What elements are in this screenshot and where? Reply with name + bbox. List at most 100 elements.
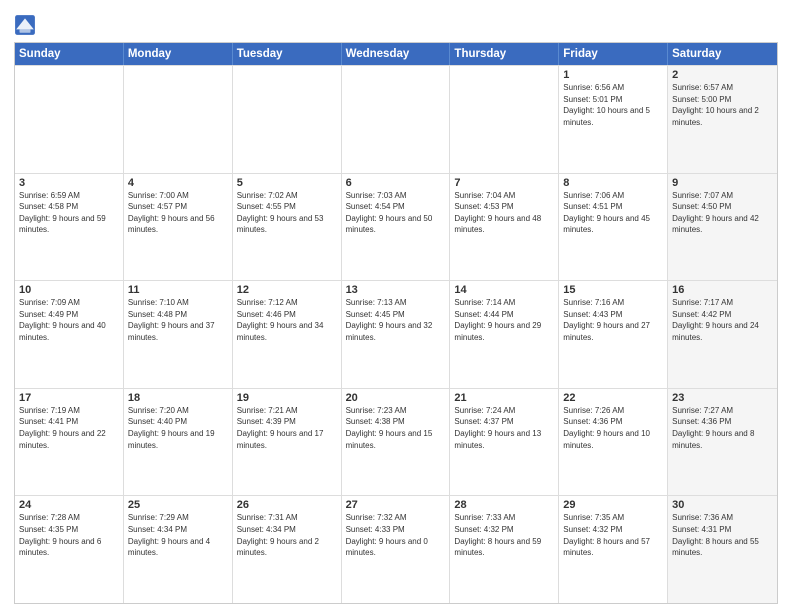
calendar-cell: 15Sunrise: 7:16 AM Sunset: 4:43 PM Dayli… — [559, 281, 668, 388]
day-info: Sunrise: 6:57 AM Sunset: 5:00 PM Dayligh… — [672, 82, 773, 128]
day-info: Sunrise: 7:20 AM Sunset: 4:40 PM Dayligh… — [128, 405, 228, 451]
day-number: 15 — [563, 284, 663, 296]
calendar-row: 24Sunrise: 7:28 AM Sunset: 4:35 PM Dayli… — [15, 495, 777, 603]
day-info: Sunrise: 7:24 AM Sunset: 4:37 PM Dayligh… — [454, 405, 554, 451]
page: SundayMondayTuesdayWednesdayThursdayFrid… — [0, 0, 792, 612]
calendar-header-cell: Friday — [559, 43, 668, 65]
day-info: Sunrise: 7:23 AM Sunset: 4:38 PM Dayligh… — [346, 405, 446, 451]
day-info: Sunrise: 7:35 AM Sunset: 4:32 PM Dayligh… — [563, 512, 663, 558]
day-number: 30 — [672, 499, 773, 511]
calendar-row: 10Sunrise: 7:09 AM Sunset: 4:49 PM Dayli… — [15, 280, 777, 388]
calendar-cell — [124, 66, 233, 173]
calendar-cell: 29Sunrise: 7:35 AM Sunset: 4:32 PM Dayli… — [559, 496, 668, 603]
calendar-row: 1Sunrise: 6:56 AM Sunset: 5:01 PM Daylig… — [15, 65, 777, 173]
day-info: Sunrise: 7:33 AM Sunset: 4:32 PM Dayligh… — [454, 512, 554, 558]
calendar-cell: 22Sunrise: 7:26 AM Sunset: 4:36 PM Dayli… — [559, 389, 668, 496]
calendar-cell: 5Sunrise: 7:02 AM Sunset: 4:55 PM Daylig… — [233, 174, 342, 281]
day-number: 22 — [563, 392, 663, 404]
calendar-header-cell: Sunday — [15, 43, 124, 65]
calendar-cell: 7Sunrise: 7:04 AM Sunset: 4:53 PM Daylig… — [450, 174, 559, 281]
calendar-cell: 25Sunrise: 7:29 AM Sunset: 4:34 PM Dayli… — [124, 496, 233, 603]
calendar-cell: 20Sunrise: 7:23 AM Sunset: 4:38 PM Dayli… — [342, 389, 451, 496]
calendar-cell: 28Sunrise: 7:33 AM Sunset: 4:32 PM Dayli… — [450, 496, 559, 603]
day-number: 26 — [237, 499, 337, 511]
calendar-cell: 2Sunrise: 6:57 AM Sunset: 5:00 PM Daylig… — [668, 66, 777, 173]
day-number: 4 — [128, 177, 228, 189]
day-number: 29 — [563, 499, 663, 511]
day-info: Sunrise: 7:36 AM Sunset: 4:31 PM Dayligh… — [672, 512, 773, 558]
calendar-row: 17Sunrise: 7:19 AM Sunset: 4:41 PM Dayli… — [15, 388, 777, 496]
calendar-header-cell: Monday — [124, 43, 233, 65]
calendar-cell: 16Sunrise: 7:17 AM Sunset: 4:42 PM Dayli… — [668, 281, 777, 388]
calendar-cell: 27Sunrise: 7:32 AM Sunset: 4:33 PM Dayli… — [342, 496, 451, 603]
calendar-cell: 23Sunrise: 7:27 AM Sunset: 4:36 PM Dayli… — [668, 389, 777, 496]
calendar-cell: 12Sunrise: 7:12 AM Sunset: 4:46 PM Dayli… — [233, 281, 342, 388]
day-number: 20 — [346, 392, 446, 404]
calendar-header-cell: Tuesday — [233, 43, 342, 65]
calendar-cell: 13Sunrise: 7:13 AM Sunset: 4:45 PM Dayli… — [342, 281, 451, 388]
day-info: Sunrise: 7:14 AM Sunset: 4:44 PM Dayligh… — [454, 297, 554, 343]
day-number: 8 — [563, 177, 663, 189]
day-number: 1 — [563, 69, 663, 81]
day-info: Sunrise: 7:21 AM Sunset: 4:39 PM Dayligh… — [237, 405, 337, 451]
day-number: 9 — [672, 177, 773, 189]
calendar-cell: 8Sunrise: 7:06 AM Sunset: 4:51 PM Daylig… — [559, 174, 668, 281]
day-number: 19 — [237, 392, 337, 404]
calendar-cell: 17Sunrise: 7:19 AM Sunset: 4:41 PM Dayli… — [15, 389, 124, 496]
day-number: 6 — [346, 177, 446, 189]
day-number: 3 — [19, 177, 119, 189]
logo-icon — [14, 14, 36, 36]
day-number: 2 — [672, 69, 773, 81]
logo — [14, 14, 39, 36]
day-number: 17 — [19, 392, 119, 404]
day-number: 25 — [128, 499, 228, 511]
day-info: Sunrise: 7:26 AM Sunset: 4:36 PM Dayligh… — [563, 405, 663, 451]
calendar-cell: 3Sunrise: 6:59 AM Sunset: 4:58 PM Daylig… — [15, 174, 124, 281]
calendar-cell: 4Sunrise: 7:00 AM Sunset: 4:57 PM Daylig… — [124, 174, 233, 281]
calendar-cell: 10Sunrise: 7:09 AM Sunset: 4:49 PM Dayli… — [15, 281, 124, 388]
day-number: 10 — [19, 284, 119, 296]
day-number: 21 — [454, 392, 554, 404]
day-info: Sunrise: 7:07 AM Sunset: 4:50 PM Dayligh… — [672, 190, 773, 236]
calendar-cell: 24Sunrise: 7:28 AM Sunset: 4:35 PM Dayli… — [15, 496, 124, 603]
calendar-cell — [450, 66, 559, 173]
calendar-cell: 30Sunrise: 7:36 AM Sunset: 4:31 PM Dayli… — [668, 496, 777, 603]
calendar-header-row: SundayMondayTuesdayWednesdayThursdayFrid… — [15, 43, 777, 65]
day-number: 12 — [237, 284, 337, 296]
day-info: Sunrise: 7:00 AM Sunset: 4:57 PM Dayligh… — [128, 190, 228, 236]
day-info: Sunrise: 7:09 AM Sunset: 4:49 PM Dayligh… — [19, 297, 119, 343]
day-number: 28 — [454, 499, 554, 511]
calendar-cell: 14Sunrise: 7:14 AM Sunset: 4:44 PM Dayli… — [450, 281, 559, 388]
day-number: 23 — [672, 392, 773, 404]
calendar-cell: 1Sunrise: 6:56 AM Sunset: 5:01 PM Daylig… — [559, 66, 668, 173]
day-number: 13 — [346, 284, 446, 296]
day-info: Sunrise: 7:29 AM Sunset: 4:34 PM Dayligh… — [128, 512, 228, 558]
calendar-cell: 6Sunrise: 7:03 AM Sunset: 4:54 PM Daylig… — [342, 174, 451, 281]
day-number: 5 — [237, 177, 337, 189]
day-info: Sunrise: 7:04 AM Sunset: 4:53 PM Dayligh… — [454, 190, 554, 236]
day-number: 27 — [346, 499, 446, 511]
day-info: Sunrise: 7:31 AM Sunset: 4:34 PM Dayligh… — [237, 512, 337, 558]
calendar-cell: 26Sunrise: 7:31 AM Sunset: 4:34 PM Dayli… — [233, 496, 342, 603]
day-info: Sunrise: 7:27 AM Sunset: 4:36 PM Dayligh… — [672, 405, 773, 451]
calendar-header-cell: Thursday — [450, 43, 559, 65]
day-number: 14 — [454, 284, 554, 296]
calendar-header-cell: Wednesday — [342, 43, 451, 65]
day-info: Sunrise: 7:16 AM Sunset: 4:43 PM Dayligh… — [563, 297, 663, 343]
day-info: Sunrise: 7:12 AM Sunset: 4:46 PM Dayligh… — [237, 297, 337, 343]
calendar-row: 3Sunrise: 6:59 AM Sunset: 4:58 PM Daylig… — [15, 173, 777, 281]
day-number: 7 — [454, 177, 554, 189]
day-info: Sunrise: 6:56 AM Sunset: 5:01 PM Dayligh… — [563, 82, 663, 128]
header — [14, 10, 778, 36]
calendar-cell — [233, 66, 342, 173]
calendar-cell — [15, 66, 124, 173]
day-number: 24 — [19, 499, 119, 511]
day-info: Sunrise: 7:28 AM Sunset: 4:35 PM Dayligh… — [19, 512, 119, 558]
calendar-cell: 19Sunrise: 7:21 AM Sunset: 4:39 PM Dayli… — [233, 389, 342, 496]
calendar-cell — [342, 66, 451, 173]
day-info: Sunrise: 7:10 AM Sunset: 4:48 PM Dayligh… — [128, 297, 228, 343]
day-number: 16 — [672, 284, 773, 296]
day-info: Sunrise: 7:17 AM Sunset: 4:42 PM Dayligh… — [672, 297, 773, 343]
calendar-header-cell: Saturday — [668, 43, 777, 65]
day-info: Sunrise: 7:06 AM Sunset: 4:51 PM Dayligh… — [563, 190, 663, 236]
